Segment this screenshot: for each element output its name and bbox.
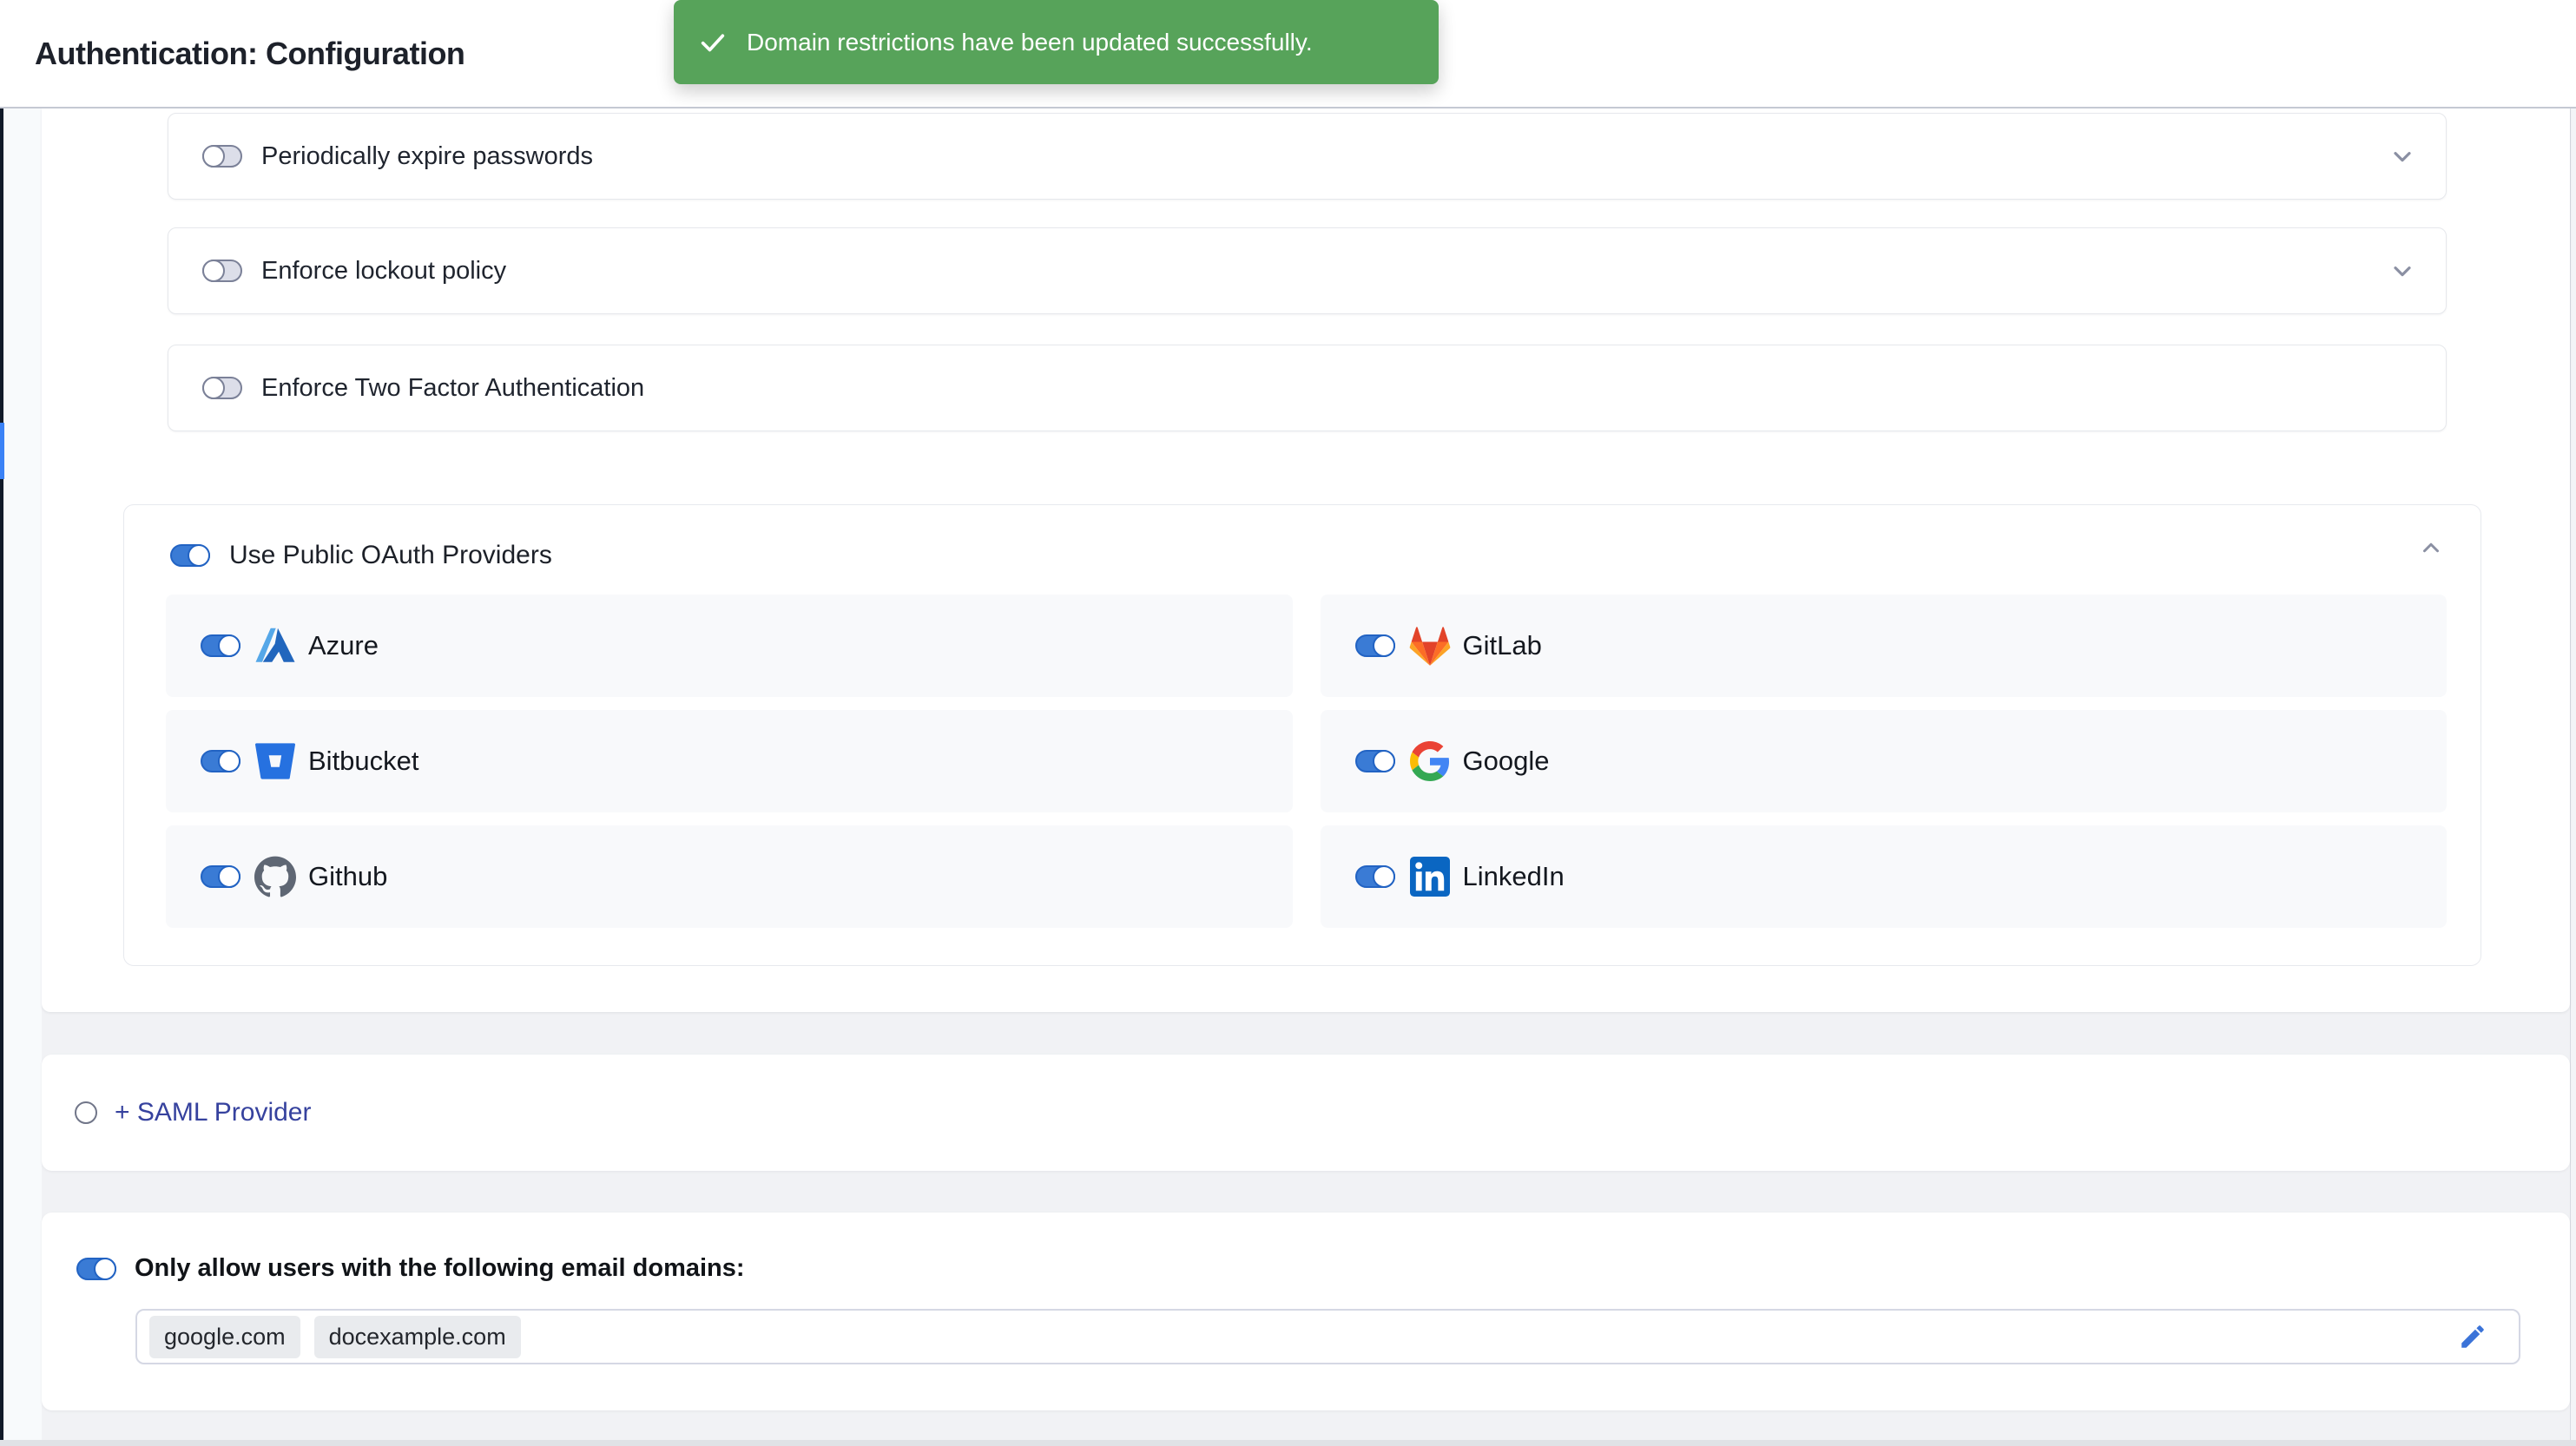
active-section-marker: [0, 423, 4, 479]
email-domains-input: google.com docexample.com: [135, 1309, 2520, 1364]
settings-panel: Periodically expire passwords Enforce lo…: [42, 108, 2570, 1012]
toast-message: Domain restrictions have been updated su…: [747, 29, 1313, 56]
toggle-knob: [188, 544, 210, 567]
setting-row-expire-passwords: Periodically expire passwords: [168, 113, 2447, 200]
toggle-knob: [202, 145, 225, 168]
left-gutter: [3, 108, 42, 1446]
github-icon: [254, 856, 296, 897]
success-toast: Domain restrictions have been updated su…: [674, 0, 1439, 84]
chevron-up-icon[interactable]: [2418, 535, 2444, 561]
provider-tile-github: Github: [166, 825, 1293, 928]
azure-icon: [254, 625, 296, 667]
bitbucket-toggle[interactable]: [201, 750, 240, 772]
setting-row-lockout-policy: Enforce lockout policy: [168, 227, 2447, 314]
toggle-knob: [1373, 634, 1395, 657]
window-bottom-edge: [0, 1440, 2576, 1446]
toggle-knob: [202, 377, 225, 399]
add-saml-provider-link[interactable]: + SAML Provider: [115, 1098, 311, 1127]
toggle-knob: [1373, 865, 1395, 888]
chevron-down-icon[interactable]: [2388, 257, 2416, 285]
use-public-oauth-toggle[interactable]: [170, 544, 210, 567]
lockout-policy-toggle[interactable]: [202, 260, 242, 282]
provider-tile-google: Google: [1321, 710, 2448, 812]
toggle-knob: [94, 1258, 116, 1280]
linkedin-icon: [1409, 856, 1451, 897]
provider-name: Bitbucket: [308, 746, 419, 777]
provider-grid: Azure G: [166, 595, 2447, 928]
oauth-providers-section: Use Public OAuth Providers Azure: [123, 504, 2481, 966]
provider-name: GitLab: [1463, 630, 1542, 661]
check-icon: [698, 28, 728, 57]
toggle-knob: [202, 260, 225, 282]
toggle-knob: [218, 865, 240, 888]
email-domains-header: Only allow users with the following emai…: [76, 1254, 745, 1283]
two-factor-toggle[interactable]: [202, 377, 242, 399]
chevron-down-icon[interactable]: [2388, 142, 2416, 170]
setting-row-two-factor: Enforce Two Factor Authentication: [168, 345, 2447, 431]
provider-name: Github: [308, 861, 387, 892]
setting-label: Periodically expire passwords: [261, 142, 593, 171]
provider-name: Google: [1463, 746, 1550, 777]
domain-tag: docexample.com: [314, 1316, 521, 1358]
azure-toggle[interactable]: [201, 634, 240, 657]
saml-radio[interactable]: [75, 1101, 97, 1124]
bitbucket-icon: [254, 740, 296, 782]
toggle-knob: [218, 634, 240, 657]
linkedin-toggle[interactable]: [1355, 865, 1395, 888]
gitlab-icon: [1409, 625, 1451, 667]
email-domains-section: Only allow users with the following emai…: [42, 1213, 2570, 1410]
provider-tile-linkedin: LinkedIn: [1321, 825, 2448, 928]
provider-tile-bitbucket: Bitbucket: [166, 710, 1293, 812]
toggle-knob: [218, 750, 240, 772]
setting-label: Enforce Two Factor Authentication: [261, 374, 644, 403]
google-icon: [1409, 740, 1451, 782]
toggle-knob: [1373, 750, 1395, 772]
auth-configuration-screen: Authentication: Configuration Domain res…: [0, 0, 2576, 1446]
google-toggle[interactable]: [1355, 750, 1395, 772]
oauth-section-label: Use Public OAuth Providers: [229, 541, 552, 570]
oauth-section-header: Use Public OAuth Providers: [170, 541, 552, 570]
email-domains-label: Only allow users with the following emai…: [135, 1254, 745, 1283]
email-domains-toggle[interactable]: [76, 1258, 116, 1280]
github-toggle[interactable]: [201, 865, 240, 888]
expire-passwords-toggle[interactable]: [202, 145, 242, 168]
provider-name: Azure: [308, 630, 379, 661]
saml-provider-section: + SAML Provider: [42, 1055, 2570, 1171]
page-title: Authentication: Configuration: [35, 36, 464, 72]
edit-pencil-icon[interactable]: [2458, 1322, 2487, 1351]
setting-label: Enforce lockout policy: [261, 257, 506, 286]
provider-name: LinkedIn: [1463, 861, 1565, 892]
domain-tag: google.com: [149, 1316, 300, 1358]
provider-tile-azure: Azure: [166, 595, 1293, 697]
gitlab-toggle[interactable]: [1355, 634, 1395, 657]
provider-tile-gitlab: GitLab: [1321, 595, 2448, 697]
window-right-edge: [2570, 0, 2576, 1446]
